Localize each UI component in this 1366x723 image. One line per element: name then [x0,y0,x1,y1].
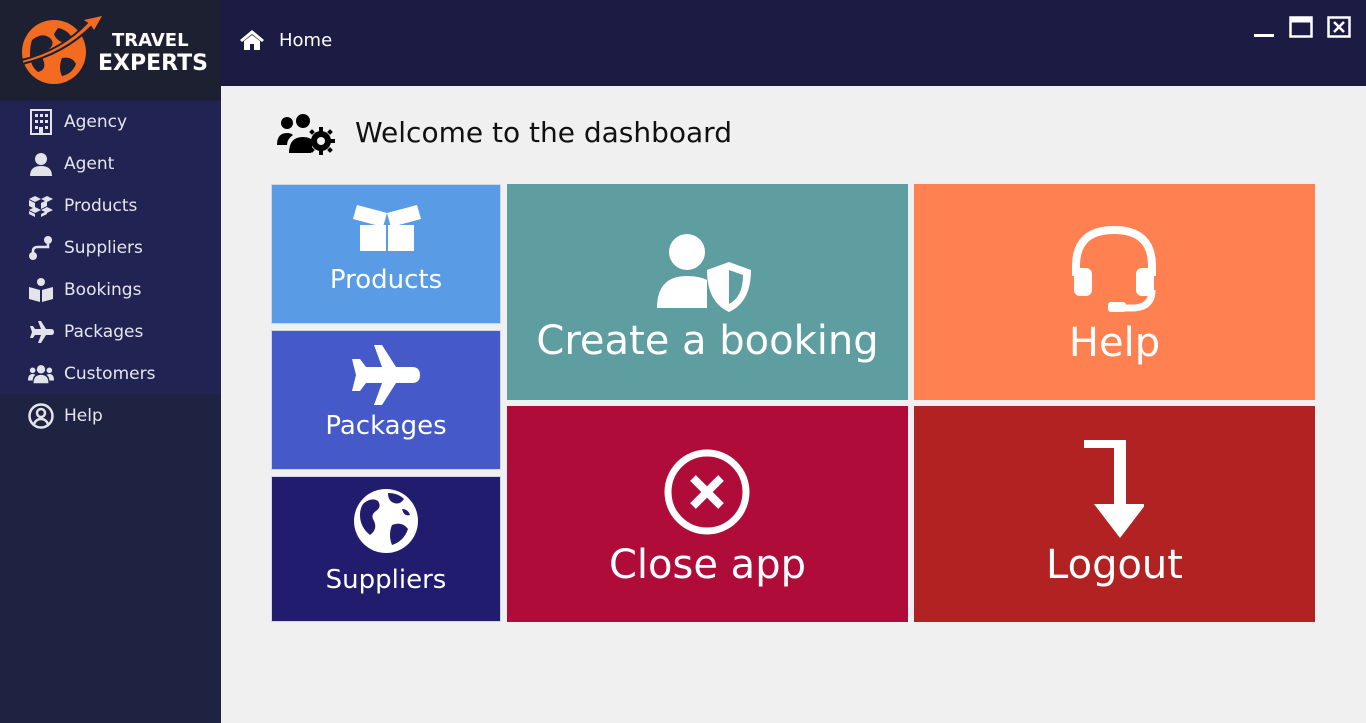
box-open-icon [353,205,421,251]
tile-label: Logout [1046,542,1183,588]
tile-label: Create a booking [536,318,879,364]
maximize-icon [1289,16,1313,38]
minimize-button[interactable] [1251,14,1277,40]
products-tile[interactable]: Products [271,184,501,324]
route-icon [28,235,54,261]
boxes-icon [28,193,54,219]
sidebar-item-label: Agent [64,154,115,174]
tile-label: Close app [609,542,806,588]
close-icon [1327,16,1351,38]
sidebar-item-products[interactable]: Products [0,185,221,227]
close-circle-icon [664,449,750,535]
sidebar-item-agency[interactable]: Agency [0,101,221,143]
suppliers-tile[interactable]: Suppliers [271,476,501,622]
close-window-button[interactable] [1326,14,1352,40]
building-icon [28,109,54,135]
home-icon[interactable] [239,29,265,55]
users-icon [28,361,54,387]
user-shield-icon [657,234,751,312]
arrow-down-icon [1084,440,1144,538]
sidebar-item-label: Products [64,196,138,216]
maximize-button[interactable] [1288,14,1314,40]
sidebar-item-label: Help [64,406,103,426]
tile-label: Suppliers [325,565,447,595]
sidebar-item-packages[interactable]: Packages [0,311,221,353]
sidebar-item-agent[interactable]: Agent [0,143,221,185]
globe-plane-logo-icon [21,15,102,84]
logo-line-1: TRAVEL [112,30,189,51]
help-tile[interactable]: Help [914,184,1315,400]
tile-label: Help [1068,320,1161,366]
top-bar: Home [221,0,1366,86]
sidebar: TRAVEL EXPERTS Agency Agent Products Sup… [0,0,221,723]
sidebar-item-label: Suppliers [64,238,143,258]
sidebar-item-suppliers[interactable]: Suppliers [0,227,221,269]
sidebar-item-label: Agency [64,112,128,132]
tile-label: Packages [325,411,447,441]
user-icon [28,151,54,177]
close-app-tile[interactable]: Close app [507,406,908,622]
sidebar-item-label: Bookings [64,280,142,300]
sidebar-item-bookings[interactable]: Bookings [0,269,221,311]
sidebar-item-label: Packages [64,322,144,342]
headset-icon [1072,225,1156,312]
plane-icon [28,319,54,345]
book-reader-icon [28,277,54,303]
users-cog-icon [277,113,335,159]
user-circle-icon [28,403,54,429]
page-title: Welcome to the dashboard [355,116,732,149]
tile-label: Products [329,265,443,295]
sidebar-item-label: Customers [64,364,156,384]
create-booking-tile[interactable]: Create a booking [507,184,908,400]
plane-icon [352,345,420,405]
sidebar-item-customers[interactable]: Customers [0,353,221,395]
packages-tile[interactable]: Packages [271,330,501,470]
minimize-icon [1254,34,1274,37]
logo-line-2: EXPERTS [98,51,208,76]
sidebar-item-help[interactable]: Help [0,395,221,437]
logout-tile[interactable]: Logout [914,406,1315,622]
globe-icon [354,489,418,553]
breadcrumb-home[interactable]: Home [279,30,332,51]
app-logo: TRAVEL EXPERTS [0,0,221,100]
